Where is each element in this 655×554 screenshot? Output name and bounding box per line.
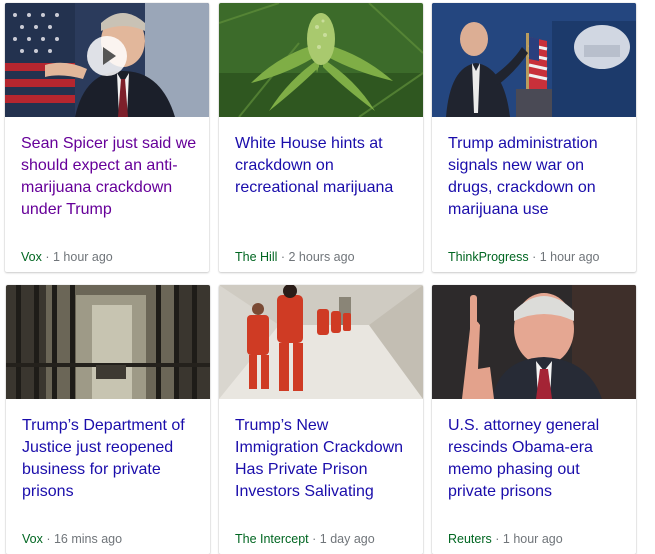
- source-name: Reuters: [448, 532, 492, 546]
- news-card[interactable]: Trump’s Department of Justice just reope…: [6, 285, 210, 554]
- article-meta: Vox · 1 hour ago: [21, 250, 113, 264]
- headline-link[interactable]: Sean Spicer just said we should expect a…: [21, 133, 197, 221]
- timestamp: 16 mins ago: [53, 532, 123, 546]
- article-meta: Reuters · 1 hour ago: [448, 532, 563, 546]
- article-meta: Vox · 16 mins ago: [22, 532, 122, 546]
- separator-dot: ·: [532, 250, 540, 264]
- thumbnail-image[interactable]: [219, 3, 423, 117]
- news-card-grid: Sean Spicer just said we should expect a…: [0, 0, 655, 554]
- thumbnail-image[interactable]: [5, 3, 209, 117]
- timestamp: 1 hour ago: [52, 250, 113, 264]
- headline-link[interactable]: Trump’s New Immigration Crackdown Has Pr…: [235, 415, 411, 503]
- news-card[interactable]: Trump administration signals new war on …: [432, 3, 636, 272]
- timestamp: 1 day ago: [319, 532, 375, 546]
- news-card[interactable]: Sean Spicer just said we should expect a…: [5, 3, 209, 272]
- separator-dot: ·: [312, 532, 320, 546]
- timestamp: 2 hours ago: [288, 250, 355, 264]
- news-card[interactable]: White House hints at crackdown on recrea…: [219, 3, 423, 272]
- thumbnail-image[interactable]: [219, 285, 423, 399]
- source-name: Vox: [21, 250, 42, 264]
- separator-dot: ·: [46, 532, 54, 546]
- source-name: The Intercept: [235, 532, 309, 546]
- news-card[interactable]: Trump’s New Immigration Crackdown Has Pr…: [219, 285, 423, 554]
- article-meta: The Hill · 2 hours ago: [235, 250, 355, 264]
- headline-link[interactable]: Trump’s Department of Justice just reope…: [22, 415, 198, 503]
- thumbnail-image[interactable]: [6, 285, 210, 399]
- headline-link[interactable]: White House hints at crackdown on recrea…: [235, 133, 411, 199]
- article-meta: ThinkProgress · 1 hour ago: [448, 250, 600, 264]
- source-name: Vox: [22, 532, 43, 546]
- thumbnail-image[interactable]: [432, 3, 636, 117]
- separator-dot: ·: [280, 250, 289, 264]
- headline-link[interactable]: U.S. attorney general rescinds Obama-era…: [448, 415, 624, 503]
- source-name: The Hill: [235, 250, 278, 264]
- play-video-icon[interactable]: [87, 36, 127, 76]
- thumbnail-image[interactable]: [432, 285, 636, 399]
- news-card[interactable]: U.S. attorney general rescinds Obama-era…: [432, 285, 636, 554]
- headline-link[interactable]: Trump administration signals new war on …: [448, 133, 624, 221]
- source-name: ThinkProgress: [448, 250, 529, 264]
- timestamp: 1 hour ago: [502, 532, 563, 546]
- separator-dot: ·: [45, 250, 53, 264]
- article-meta: The Intercept · 1 day ago: [235, 532, 375, 546]
- separator-dot: ·: [495, 532, 503, 546]
- timestamp: 1 hour ago: [539, 250, 600, 264]
